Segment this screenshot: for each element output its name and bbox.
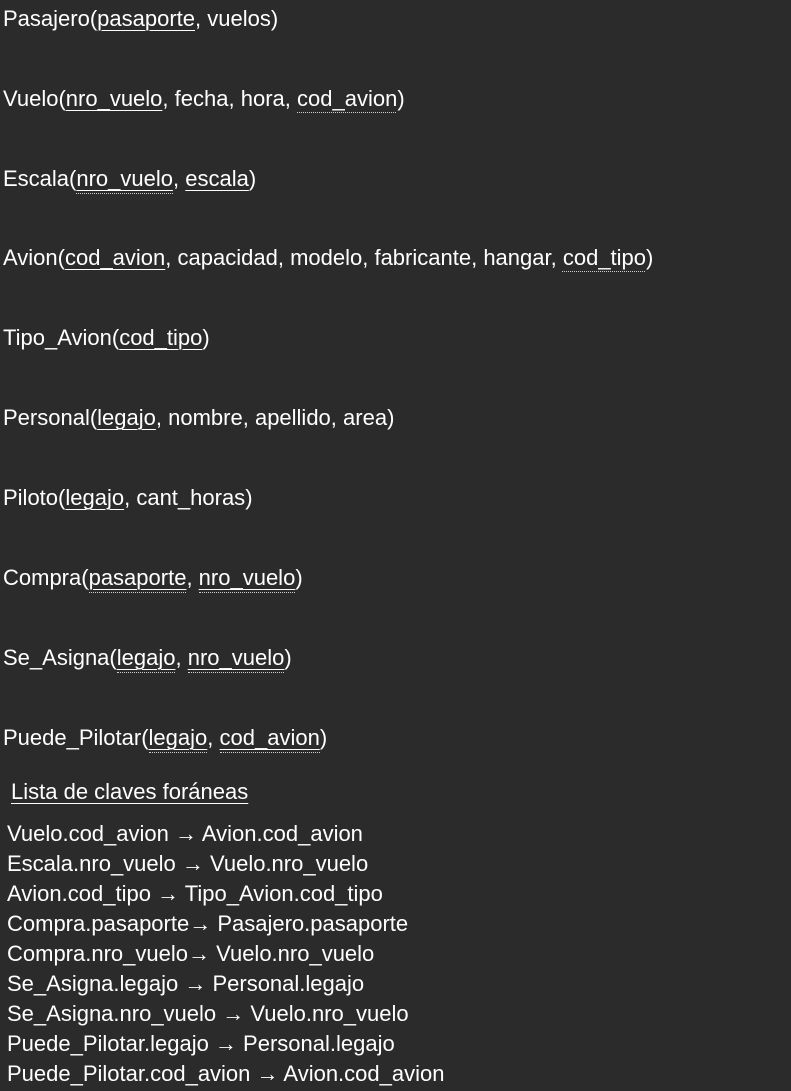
relation-tipo-avion: Tipo_Avion(cod_tipo) [3,325,210,350]
relation-name: Piloto [3,485,59,510]
attribute: cod_tipo [119,325,203,350]
foreign-key-item: Vuelo.cod_avion → Avion.cod_avion [7,821,363,846]
foreign-key-item: Puede_Pilotar.legajo → Personal.legajo [7,1031,395,1056]
relation-se-asigna: Se_Asigna(legajo, nro_vuelo) [3,643,292,673]
attribute: area [343,405,388,430]
attribute: fabricante [374,245,472,270]
attribute: nro_vuelo [187,645,285,673]
foreign-key-item: Compra.nro_vuelo→ Vuelo.nro_vuelo [7,941,375,966]
foreign-key-item: Avion.cod_tipo → Tipo_Avion.cod_tipo [7,881,383,906]
relation-name: Se_Asigna [3,645,110,670]
relation-pasajero: Pasajero(pasaporte, vuelos) [3,6,279,31]
relation-name: Pasajero [3,6,90,31]
attribute: legajo [116,645,176,673]
attribute: pasaporte [97,6,196,31]
relation-vuelo: Vuelo(nro_vuelo, fecha, hora, cod_avion) [3,86,405,111]
attribute: modelo [290,245,363,270]
attribute: pasaporte [88,565,187,593]
foreign-keys-title: Lista de claves foráneas [11,779,249,804]
attribute: escala [185,166,249,191]
relation-name: Tipo_Avion [3,325,112,350]
foreign-key-item: Puede_Pilotar.cod_avion → Avion.cod_avio… [7,1061,445,1086]
attribute: legajo [65,485,125,510]
relation-puede-pilotar: Puede_Pilotar(legajo, cod_avion) [3,723,327,753]
attribute: fecha [174,86,229,111]
foreign-keys-list: Vuelo.cod_avion → Avion.cod_avion Escala… [7,819,444,1089]
attribute: nro_vuelo [76,166,174,194]
attribute: nro_vuelo [65,86,163,111]
attribute: vuelos [207,6,271,31]
attribute: apellido [254,405,331,430]
relation-name: Escala [3,166,70,191]
foreign-key-item: Escala.nro_vuelo → Vuelo.nro_vuelo [7,851,369,876]
attribute: nro_vuelo [198,565,296,593]
relation-personal: Personal(legajo, nombre, apellido, area) [3,405,395,430]
attribute: cant_horas [136,485,246,510]
attribute: cod_tipo [562,245,647,270]
attribute: hangar [483,245,551,270]
relation-name: Avion [3,245,58,270]
attribute: cod_avion [219,725,320,753]
foreign-key-item: Compra.pasaporte→ Pasajero.pasaporte [7,911,409,936]
relation-piloto: Piloto(legajo, cant_horas) [3,485,253,510]
relation-name: Puede_Pilotar [3,725,142,750]
relation-name: Vuelo [3,86,59,111]
relation-compra: Compra(pasaporte, nro_vuelo) [3,563,303,593]
attribute: capacidad [177,245,278,270]
attribute: nombre [168,405,243,430]
attribute: hora [240,86,285,111]
relation-avion: Avion(cod_avion, capacidad, modelo, fabr… [3,245,654,270]
attribute: cod_avion [297,86,398,111]
attribute: legajo [97,405,156,430]
relation-escala: Escala(nro_vuelo, escala) [3,164,256,194]
foreign-key-item: Se_Asigna.nro_vuelo → Vuelo.nro_vuelo [7,1001,409,1026]
document-page: { "relations": [ {"name": "Pasajero", "a… [0,0,791,1091]
attribute: legajo [148,725,208,753]
relation-name: Compra [3,565,82,590]
attribute: cod_avion [64,245,166,270]
relation-name: Personal [3,405,90,430]
foreign-key-item: Se_Asigna.legajo → Personal.legajo [7,971,365,996]
